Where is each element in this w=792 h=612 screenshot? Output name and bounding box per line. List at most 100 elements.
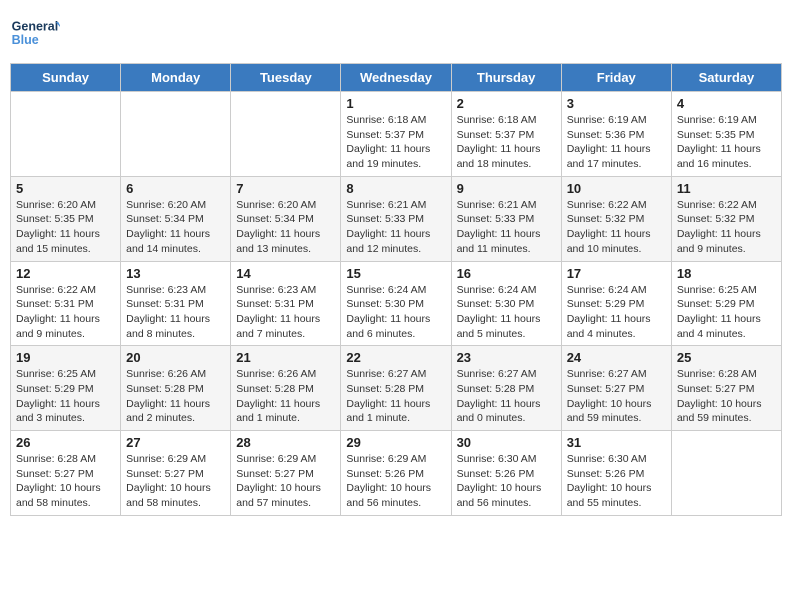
- calendar-cell: 23Sunrise: 6:27 AMSunset: 5:28 PMDayligh…: [451, 346, 561, 431]
- day-number: 16: [457, 266, 556, 281]
- day-number: 13: [126, 266, 225, 281]
- day-number: 10: [567, 181, 666, 196]
- page-header: General Blue: [10, 10, 782, 55]
- day-number: 20: [126, 350, 225, 365]
- calendar-cell: 13 Sunrise: 6:23 AMSunset: 5:31 PMDayligh…: [121, 261, 231, 346]
- day-number: 9: [457, 181, 556, 196]
- day-header-monday: Monday: [121, 64, 231, 92]
- day-number: 4: [677, 96, 776, 111]
- day-header-wednesday: Wednesday: [341, 64, 451, 92]
- day-info: Sunrise: 6:24 AMSunset: 5:29 PMDaylight:…: [567, 283, 666, 342]
- calendar-cell: [671, 431, 781, 516]
- day-info: Sunrise: 6:21 AMSunset: 5:33 PMDaylight:…: [346, 198, 445, 257]
- day-number: 19: [16, 350, 115, 365]
- day-info: Sunrise: 6:21 AMSunset: 5:33 PMDaylight:…: [457, 198, 556, 257]
- calendar-cell: 26 Sunrise: 6:28 AMSunset: 5:27 PMDayligh…: [11, 431, 121, 516]
- day-header-friday: Friday: [561, 64, 671, 92]
- day-header-tuesday: Tuesday: [231, 64, 341, 92]
- day-info: Sunrise: 6:30 AMSunset: 5:26 PMDaylight:…: [567, 452, 666, 511]
- week-row-5: 26 Sunrise: 6:28 AMSunset: 5:27 PMDayligh…: [11, 431, 782, 516]
- calendar-cell: 30Sunrise: 6:30 AMSunset: 5:26 PMDayligh…: [451, 431, 561, 516]
- day-info: Sunrise: 6:24 AMSunset: 5:30 PMDaylight:…: [346, 283, 445, 342]
- day-header-saturday: Saturday: [671, 64, 781, 92]
- day-number: 18: [677, 266, 776, 281]
- day-info: Sunrise: 6:25 AMSunset: 5:29 PMDaylight:…: [16, 367, 115, 426]
- day-number: 29: [346, 435, 445, 450]
- calendar-cell: 10 Sunrise: 6:22 AMSunset: 5:32 PMDayligh…: [561, 176, 671, 261]
- day-number: 3: [567, 96, 666, 111]
- calendar-table: SundayMondayTuesdayWednesdayThursdayFrid…: [10, 63, 782, 516]
- calendar-cell: 16Sunrise: 6:24 AMSunset: 5:30 PMDayligh…: [451, 261, 561, 346]
- day-info: Sunrise: 6:23 AMSunset: 5:31 PMDaylight:…: [236, 283, 335, 342]
- calendar-cell: 18 Sunrise: 6:25 AMSunset: 5:29 PMDayligh…: [671, 261, 781, 346]
- day-info: Sunrise: 6:20 AMSunset: 5:34 PMDaylight:…: [126, 198, 225, 257]
- day-number: 25: [677, 350, 776, 365]
- week-row-1: 1Sunrise: 6:18 AMSunset: 5:37 PMDaylight…: [11, 92, 782, 177]
- calendar-cell: 3 Sunrise: 6:19 AMSunset: 5:36 PMDaylight…: [561, 92, 671, 177]
- logo: General Blue: [10, 10, 60, 55]
- day-info: Sunrise: 6:29 AMSunset: 5:27 PMDaylight:…: [126, 452, 225, 511]
- day-number: 22: [346, 350, 445, 365]
- day-info: Sunrise: 6:20 AMSunset: 5:35 PMDaylight:…: [16, 198, 115, 257]
- day-info: Sunrise: 6:22 AMSunset: 5:32 PMDaylight:…: [567, 198, 666, 257]
- calendar-cell: 24 Sunrise: 6:27 AMSunset: 5:27 PMDayligh…: [561, 346, 671, 431]
- day-number: 15: [346, 266, 445, 281]
- calendar-cell: 12 Sunrise: 6:22 AMSunset: 5:31 PMDayligh…: [11, 261, 121, 346]
- day-info: Sunrise: 6:19 AMSunset: 5:35 PMDaylight:…: [677, 113, 776, 172]
- calendar-cell: [121, 92, 231, 177]
- svg-text:Blue: Blue: [12, 33, 39, 47]
- calendar-cell: 21 Sunrise: 6:26 AMSunset: 5:28 PMDayligh…: [231, 346, 341, 431]
- calendar-cell: [11, 92, 121, 177]
- day-info: Sunrise: 6:22 AMSunset: 5:32 PMDaylight:…: [677, 198, 776, 257]
- day-info: Sunrise: 6:22 AMSunset: 5:31 PMDaylight:…: [16, 283, 115, 342]
- day-info: Sunrise: 6:20 AMSunset: 5:34 PMDaylight:…: [236, 198, 335, 257]
- calendar-cell: 6 Sunrise: 6:20 AMSunset: 5:34 PMDaylight…: [121, 176, 231, 261]
- day-number: 28: [236, 435, 335, 450]
- day-info: Sunrise: 6:27 AMSunset: 5:27 PMDaylight:…: [567, 367, 666, 426]
- day-info: Sunrise: 6:29 AMSunset: 5:26 PMDaylight:…: [346, 452, 445, 511]
- day-info: Sunrise: 6:25 AMSunset: 5:29 PMDaylight:…: [677, 283, 776, 342]
- calendar-cell: 20 Sunrise: 6:26 AMSunset: 5:28 PMDayligh…: [121, 346, 231, 431]
- svg-text:General: General: [12, 19, 59, 33]
- day-number: 7: [236, 181, 335, 196]
- week-row-3: 12 Sunrise: 6:22 AMSunset: 5:31 PMDayligh…: [11, 261, 782, 346]
- calendar-cell: 27 Sunrise: 6:29 AMSunset: 5:27 PMDayligh…: [121, 431, 231, 516]
- day-info: Sunrise: 6:19 AMSunset: 5:36 PMDaylight:…: [567, 113, 666, 172]
- calendar-cell: 7 Sunrise: 6:20 AMSunset: 5:34 PMDaylight…: [231, 176, 341, 261]
- day-info: Sunrise: 6:27 AMSunset: 5:28 PMDaylight:…: [346, 367, 445, 426]
- day-header-sunday: Sunday: [11, 64, 121, 92]
- day-number: 6: [126, 181, 225, 196]
- day-number: 26: [16, 435, 115, 450]
- calendar-cell: 19 Sunrise: 6:25 AMSunset: 5:29 PMDayligh…: [11, 346, 121, 431]
- day-number: 17: [567, 266, 666, 281]
- calendar-cell: 9 Sunrise: 6:21 AMSunset: 5:33 PMDaylight…: [451, 176, 561, 261]
- day-info: Sunrise: 6:28 AMSunset: 5:27 PMDaylight:…: [677, 367, 776, 426]
- calendar-cell: 1Sunrise: 6:18 AMSunset: 5:37 PMDaylight…: [341, 92, 451, 177]
- logo-svg: General Blue: [10, 10, 60, 55]
- calendar-cell: 5 Sunrise: 6:20 AMSunset: 5:35 PMDaylight…: [11, 176, 121, 261]
- day-info: Sunrise: 6:27 AMSunset: 5:28 PMDaylight:…: [457, 367, 556, 426]
- day-number: 8: [346, 181, 445, 196]
- day-number: 31: [567, 435, 666, 450]
- day-info: Sunrise: 6:26 AMSunset: 5:28 PMDaylight:…: [236, 367, 335, 426]
- header-row: SundayMondayTuesdayWednesdayThursdayFrid…: [11, 64, 782, 92]
- day-number: 12: [16, 266, 115, 281]
- day-info: Sunrise: 6:29 AMSunset: 5:27 PMDaylight:…: [236, 452, 335, 511]
- calendar-cell: 17 Sunrise: 6:24 AMSunset: 5:29 PMDayligh…: [561, 261, 671, 346]
- day-number: 24: [567, 350, 666, 365]
- calendar-cell: 2Sunrise: 6:18 AMSunset: 5:37 PMDaylight…: [451, 92, 561, 177]
- day-number: 5: [16, 181, 115, 196]
- day-info: Sunrise: 6:18 AMSunset: 5:37 PMDaylight:…: [457, 113, 556, 172]
- calendar-cell: 29 Sunrise: 6:29 AMSunset: 5:26 PMDayligh…: [341, 431, 451, 516]
- day-number: 21: [236, 350, 335, 365]
- calendar-cell: 28 Sunrise: 6:29 AMSunset: 5:27 PMDayligh…: [231, 431, 341, 516]
- day-header-thursday: Thursday: [451, 64, 561, 92]
- day-info: Sunrise: 6:23 AMSunset: 5:31 PMDaylight:…: [126, 283, 225, 342]
- week-row-4: 19 Sunrise: 6:25 AMSunset: 5:29 PMDayligh…: [11, 346, 782, 431]
- calendar-cell: 8 Sunrise: 6:21 AMSunset: 5:33 PMDaylight…: [341, 176, 451, 261]
- calendar-cell: 15 Sunrise: 6:24 AMSunset: 5:30 PMDayligh…: [341, 261, 451, 346]
- day-number: 14: [236, 266, 335, 281]
- day-number: 27: [126, 435, 225, 450]
- day-info: Sunrise: 6:26 AMSunset: 5:28 PMDaylight:…: [126, 367, 225, 426]
- day-info: Sunrise: 6:28 AMSunset: 5:27 PMDaylight:…: [16, 452, 115, 511]
